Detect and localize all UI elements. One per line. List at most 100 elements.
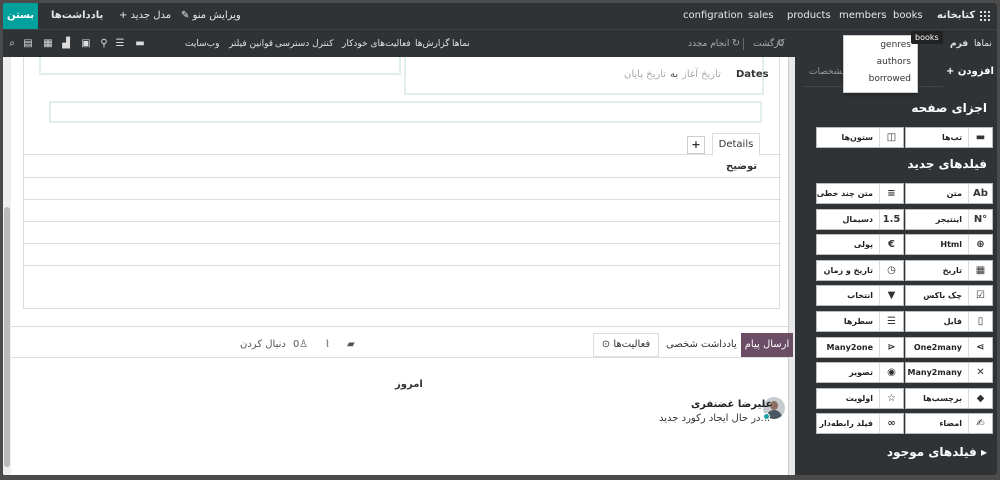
views-link[interactable]: نماها xyxy=(452,30,470,58)
redo-button[interactable]: انجام مجدد xyxy=(688,30,729,58)
multiline-text-icon: ≡ xyxy=(879,184,903,203)
app-name: کتابخانه xyxy=(937,10,976,21)
chatter: ارسال پیام یادداشت شخصی ⊙ فعالیت‌ها ▰ ⌇ … xyxy=(11,326,793,475)
close-studio-button[interactable]: بستن xyxy=(3,3,38,29)
message-author: علیرضا غضنفری xyxy=(691,399,773,410)
form-view-icon[interactable]: ▬ xyxy=(135,39,145,49)
activities-button[interactable]: ⊙ فعالیت‌ها xyxy=(593,333,659,357)
menu-sales[interactable]: sales xyxy=(748,3,773,29)
component-tabs[interactable]: تب‌ها ▬ xyxy=(905,127,993,148)
field-button-multiline-text[interactable]: متن چند خطی ≡ xyxy=(816,183,904,204)
search-icon[interactable]: ⌕ xyxy=(7,39,17,49)
notes-link[interactable]: یادداشت‌ها xyxy=(51,3,103,29)
reports-link[interactable]: گزارش‌ها xyxy=(415,30,450,58)
globe-icon: ⊕ xyxy=(968,235,992,255)
existing-fields-heading[interactable]: فیلدهای موجود ▸ xyxy=(887,445,987,459)
field-button-decimal[interactable]: دسیمال 1.5 xyxy=(816,208,904,230)
field-button-clock[interactable]: تاریخ و زمان ◷ xyxy=(816,259,904,281)
editor-line xyxy=(24,177,781,178)
many2many-icon: ✕ xyxy=(968,363,992,383)
user-icon[interactable]: ♙ xyxy=(299,339,308,350)
editor-sidebar: مشخصات + افزودن اجزای صفحه تب‌ها ▬ ستون‌… xyxy=(803,57,997,475)
menu-products[interactable]: products xyxy=(787,3,831,29)
apps-grid-icon[interactable] xyxy=(980,11,990,21)
drop-zone[interactable] xyxy=(39,57,401,75)
pivot-view-icon[interactable]: ▦ xyxy=(43,39,53,49)
book-icon[interactable]: ▰ xyxy=(347,339,355,350)
scroll-thumb[interactable] xyxy=(4,207,10,467)
field-button-many2one[interactable]: Many2one ⋗ xyxy=(816,336,904,358)
paperclip-icon[interactable]: ⌇ xyxy=(325,339,330,350)
field-button-calendar[interactable]: تاریخ ▦ xyxy=(905,259,993,281)
calendar-view-icon[interactable]: ▣ xyxy=(81,39,91,49)
date-start-input[interactable]: تاریخ آغاز xyxy=(682,69,721,80)
breadcrumb-form[interactable]: فرم xyxy=(950,30,968,58)
breadcrumb-views[interactable]: نماها xyxy=(974,30,992,58)
redo-icon[interactable]: ↻ xyxy=(731,39,741,49)
field-button-euro[interactable]: پولی € xyxy=(816,234,904,256)
field-button-link[interactable]: فیلد رابطه‌دار ∞ xyxy=(816,413,904,435)
editor-line xyxy=(24,221,781,222)
menu-members[interactable]: members xyxy=(839,3,886,29)
field-button-file[interactable]: فایل ▯ xyxy=(905,311,993,332)
editor-line xyxy=(24,243,781,244)
drop-zone[interactable] xyxy=(49,101,762,123)
map-view-icon[interactable]: ⚲ xyxy=(99,39,109,49)
decimal-icon: 1.5 xyxy=(879,209,903,229)
access-control-link[interactable]: کنترل دسترسی xyxy=(275,30,333,58)
field-button-star[interactable]: اولویت ☆ xyxy=(816,387,904,409)
undo-button[interactable]: بازگشت xyxy=(753,30,784,58)
editor-line xyxy=(24,265,781,266)
new-model-button[interactable]: + مدل جدید xyxy=(119,3,171,29)
dropdown-item-borrowed[interactable]: borrowed xyxy=(869,74,911,84)
date-end-input[interactable]: تاریخ پایان xyxy=(624,69,666,80)
field-button-signature[interactable]: امضاء ✍ xyxy=(905,413,993,435)
dropdown-item-genres[interactable]: genres xyxy=(880,40,911,50)
chatter-divider xyxy=(11,357,788,358)
field-button-lines[interactable]: سطرها ☰ xyxy=(816,311,904,332)
field-button-camera[interactable]: تصویر ◉ xyxy=(816,362,904,384)
log-note-button[interactable]: یادداشت شخصی xyxy=(666,333,737,357)
link-icon: ∞ xyxy=(879,414,903,434)
follow-button[interactable]: دنبال کردن xyxy=(240,339,286,350)
components-heading: اجزای صفحه xyxy=(911,101,987,115)
field-button-checkbox[interactable]: چک باکس ☑ xyxy=(905,285,993,307)
tag-icon: ◆ xyxy=(968,388,992,408)
menu-configration[interactable]: configration xyxy=(683,3,743,29)
website-link[interactable]: وب‌سایت xyxy=(185,30,219,58)
tab-add[interactable]: + افزودن xyxy=(943,57,997,87)
list-view-icon[interactable]: ▤ xyxy=(23,39,33,49)
tab-details[interactable]: Details xyxy=(712,133,760,156)
field-button-caret-down[interactable]: انتخاب ▼ xyxy=(816,285,904,307)
field-button-tag[interactable]: برچسب‌ها ◆ xyxy=(905,387,993,409)
add-tab-button[interactable]: + xyxy=(687,136,705,154)
camera-icon: ◉ xyxy=(879,363,903,383)
filter-rules-link[interactable]: قوانین فیلتر xyxy=(229,30,273,58)
edit-menu-button[interactable]: ✎ ویرایش منو xyxy=(181,3,241,29)
menu-books[interactable]: books xyxy=(893,3,923,29)
field-button-integer[interactable]: اینتیجر N° xyxy=(905,208,993,230)
left-scrollbar[interactable] xyxy=(3,57,11,475)
send-message-button[interactable]: ارسال پیام xyxy=(741,333,793,357)
date-separator: امروز xyxy=(395,379,423,390)
message-body: در حال ایجاد رکورد جدید... xyxy=(659,413,771,424)
list-lines-icon[interactable]: ☰ xyxy=(115,39,125,49)
field-button-text[interactable]: متن Ab xyxy=(905,183,993,204)
many2one-icon: ⋗ xyxy=(879,337,903,357)
automations-link[interactable]: فعالیت‌های خودکار xyxy=(342,30,411,58)
field-button-globe[interactable]: Html ⊕ xyxy=(905,234,993,256)
field-button-many2many[interactable]: Many2many ✕ xyxy=(905,362,993,384)
caret-down-icon: ▼ xyxy=(879,286,903,306)
followers-count[interactable]: 0 xyxy=(293,339,299,350)
component-columns[interactable]: ستون‌ها ◫ xyxy=(816,127,904,148)
canvas-scrollbar[interactable] xyxy=(788,57,795,475)
graph-view-icon[interactable]: ▟ xyxy=(61,39,71,49)
dropdown-item-authors[interactable]: authors xyxy=(877,57,911,67)
field-button-one2many[interactable]: One2many ⋖ xyxy=(905,336,993,358)
columns-icon: ◫ xyxy=(879,128,903,147)
books-tooltip: books xyxy=(911,31,943,44)
books-dropdown-menu: genres authors borrowed xyxy=(843,35,918,93)
file-icon: ▯ xyxy=(968,312,992,331)
form-sheet: Dates تاریخ آغاز به تاریخ پایان Details … xyxy=(23,57,781,309)
clock-icon: ◷ xyxy=(879,260,903,280)
